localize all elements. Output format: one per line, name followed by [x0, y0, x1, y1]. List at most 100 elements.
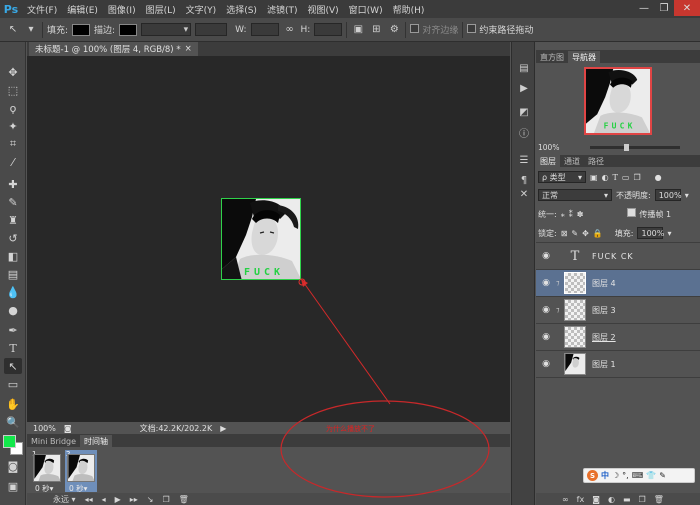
marquee-tool-icon[interactable]: ⬚ — [4, 82, 22, 98]
lock-position-icon[interactable]: ✥ — [582, 229, 589, 238]
eye-icon[interactable]: ◉ — [536, 332, 556, 342]
lock-transparency-icon[interactable]: ⊠ — [561, 229, 568, 238]
previous-frame-icon[interactable]: ◂ — [102, 495, 106, 504]
chevron-down-icon[interactable]: ▾ — [24, 23, 38, 37]
tab-navigator[interactable]: 导航器 — [568, 51, 600, 63]
link-icon[interactable]: ∞ — [283, 23, 297, 37]
align-edges-checkbox[interactable]: 对齐边缘 — [410, 23, 458, 36]
menu-help[interactable]: 帮助(H) — [388, 3, 430, 16]
zoom-tool-icon[interactable]: 🔍 — [4, 414, 22, 430]
first-frame-icon[interactable]: ◂◂ — [85, 495, 93, 504]
timeline-frame-1[interactable]: 1 0 秒▾ — [31, 450, 63, 493]
skin-icon[interactable]: 👕 — [646, 471, 656, 480]
ime-mode[interactable]: 中 — [601, 470, 609, 481]
path-alignment-icon[interactable]: ⊞ — [369, 23, 383, 37]
eyedropper-tool-icon[interactable]: ⁄ — [4, 154, 22, 170]
status-menu-icon[interactable]: ◙ — [64, 424, 72, 433]
tab-timeline[interactable]: 时间轴 — [80, 435, 113, 447]
eye-icon[interactable]: ◉ — [536, 305, 556, 315]
fill-input[interactable]: 100% — [637, 227, 664, 239]
minimize-button[interactable]: — — [634, 0, 654, 16]
blur-tool-icon[interactable]: 💧 — [4, 284, 22, 300]
filter-smart-object-icon[interactable]: ❐ — [633, 173, 640, 182]
new-group-icon[interactable]: ▬ — [623, 495, 631, 504]
layer-filter-dropdown[interactable]: ρ 类型 ▾ — [538, 171, 586, 183]
dodge-tool-icon[interactable]: ● — [4, 302, 22, 318]
tab-paths[interactable]: 路径 — [584, 155, 608, 167]
lasso-tool-icon[interactable]: ϙ — [4, 100, 22, 116]
layer-name[interactable]: FUCK CK — [592, 252, 634, 261]
layer-name[interactable]: 图层 3 — [592, 305, 616, 316]
menu-layer[interactable]: 图层(L) — [141, 3, 181, 16]
restore-button[interactable]: ❐ — [654, 0, 674, 16]
delete-layer-icon[interactable]: 🗑 — [654, 495, 664, 504]
menu-type[interactable]: 文字(Y) — [181, 3, 222, 16]
history-panel-icon[interactable]: ▤ — [516, 60, 532, 76]
tools-preset-icon[interactable]: ✕ — [516, 186, 532, 202]
chevron-down-icon[interactable]: ▾ — [685, 191, 689, 200]
blend-mode-dropdown[interactable]: 正常 ▾ — [538, 189, 612, 201]
layer-row[interactable]: ◉ T FUCK CK — [536, 242, 700, 269]
layer-row[interactable]: ◉ ⁊ 图层 4 — [536, 269, 700, 296]
add-mask-icon[interactable]: ◙ — [592, 495, 600, 504]
filter-pixel-icon[interactable]: ▣ — [590, 173, 598, 182]
width-input[interactable] — [250, 23, 279, 36]
constrain-path-checkbox[interactable]: 约束路径拖动 — [467, 23, 533, 36]
duplicate-frame-icon[interactable]: ❐ — [163, 495, 170, 504]
link-layers-icon[interactable]: ∞ — [562, 495, 569, 504]
menu-filter[interactable]: 滤镜(T) — [262, 3, 303, 16]
zoom-level[interactable]: 100% — [33, 424, 56, 433]
navigator-zoom-value[interactable]: 100% — [538, 143, 559, 152]
unify-style-icon[interactable]: ✽ — [577, 210, 584, 219]
timeline-frame-2[interactable]: 2 0 秒▾ — [65, 450, 97, 493]
layer-name[interactable]: 图层 4 — [592, 278, 616, 289]
slider-knob[interactable] — [624, 144, 629, 151]
navigator-preview[interactable]: FUCK — [584, 67, 652, 135]
path-operations-icon[interactable]: ▣ — [351, 23, 365, 37]
lock-all-icon[interactable]: 🔒 — [593, 229, 603, 238]
loop-options-dropdown[interactable]: 永远 ▾ — [53, 494, 76, 505]
keyboard-icon[interactable]: ⌨ — [632, 471, 644, 480]
status-arrow-icon[interactable]: ▶ — [220, 424, 228, 433]
eraser-tool-icon[interactable]: ◧ — [4, 248, 22, 264]
gradient-tool-icon[interactable]: ▤ — [4, 266, 22, 282]
unify-visibility-icon[interactable]: ⁑ — [569, 210, 573, 219]
fill-swatch[interactable] — [72, 23, 91, 36]
pen-tool-icon[interactable]: ✒ — [4, 322, 22, 338]
hand-tool-icon[interactable]: ✋ — [4, 396, 22, 412]
history-brush-tool-icon[interactable]: ↺ — [4, 230, 22, 246]
tab-mini-bridge[interactable]: Mini Bridge — [27, 435, 80, 447]
healing-brush-tool-icon[interactable]: ✚ — [4, 176, 22, 192]
move-tool-icon[interactable]: ✥ — [4, 64, 22, 80]
stroke-width-field[interactable]: ▾ — [141, 23, 192, 36]
filter-adjustment-icon[interactable]: ◐ — [602, 173, 609, 182]
unify-position-icon[interactable]: ⁎ — [561, 210, 565, 219]
menu-view[interactable]: 视图(V) — [302, 3, 343, 16]
layer-row[interactable]: ◉ ⁊ 图层 3 — [536, 296, 700, 323]
height-input[interactable] — [314, 23, 343, 36]
eye-icon[interactable]: ◉ — [536, 278, 556, 288]
tab-layers[interactable]: 图层 — [536, 155, 560, 167]
filter-toggle[interactable]: ● — [655, 173, 662, 182]
actions-panel-icon[interactable]: ▶ — [516, 80, 532, 96]
brush-tool-icon[interactable]: ✎ — [4, 194, 22, 210]
type-tool-icon[interactable]: T — [4, 340, 22, 356]
tab-channels[interactable]: 通道 — [560, 155, 584, 167]
filter-shape-icon[interactable]: ▭ — [622, 173, 630, 182]
quick-mask-icon[interactable]: ◙ — [4, 458, 22, 474]
chevron-down-icon[interactable]: ▾ — [667, 229, 671, 238]
play-icon[interactable]: ▶ — [115, 495, 121, 504]
next-frame-icon[interactable]: ▸▸ — [130, 495, 138, 504]
filter-type-icon[interactable]: T — [613, 173, 618, 182]
path-selection-tool-icon[interactable]: ↖ — [4, 358, 22, 374]
delete-frame-icon[interactable]: 🗑 — [179, 495, 189, 504]
new-layer-icon[interactable]: ❐ — [639, 495, 646, 504]
propagate-frame-checkbox[interactable]: 传播帧 1 — [627, 208, 671, 220]
moon-icon[interactable]: ☽ — [612, 471, 619, 480]
opacity-input[interactable]: 100% — [654, 189, 682, 201]
layer-name[interactable]: 图层 1 — [592, 359, 616, 370]
menu-window[interactable]: 窗口(W) — [344, 3, 388, 16]
layer-name[interactable]: 图层 2 — [592, 332, 616, 343]
stroke-type-dropdown[interactable] — [195, 23, 228, 36]
menu-edit[interactable]: 编辑(E) — [62, 3, 103, 16]
